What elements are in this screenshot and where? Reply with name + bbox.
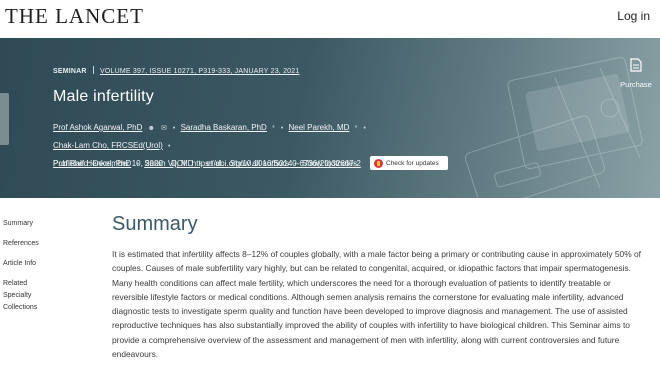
check-for-updates-button[interactable]: Check for updates — [370, 156, 448, 170]
volume-link[interactable]: VOLUME 397, ISSUE 10271, P319-333, JANUA… — [100, 68, 299, 75]
hero-background-illustration — [464, 56, 643, 198]
person-icon[interactable]: ☻ — [148, 125, 155, 132]
crossmark-icon — [374, 158, 383, 168]
side-drawer-tab[interactable] — [0, 93, 9, 145]
nav-item-collections[interactable]: Collections — [3, 304, 83, 311]
purchase-label: Purchase — [620, 80, 652, 89]
publication-info: Published: December 10, 2020 DOI: https:… — [53, 159, 361, 168]
article-side-nav: Summary References Article Info Related … — [3, 220, 83, 311]
check-for-updates-label: Check for updates — [386, 159, 439, 167]
doi-link[interactable]: https://doi.org/10.1016/S0140-6736(20)32… — [192, 159, 361, 168]
meta-separator — [92, 66, 94, 74]
footnote-star-icon[interactable]: * — [272, 125, 275, 132]
nav-item-specialty[interactable]: Specialty — [3, 292, 83, 299]
author-separator: • — [280, 125, 284, 132]
document-icon — [630, 58, 642, 72]
author-link[interactable]: Neel Parekh, MD — [289, 123, 350, 132]
login-link[interactable]: Log in — [617, 9, 650, 23]
section-label: SEMINAR — [53, 68, 87, 75]
author-separator: • — [363, 125, 366, 132]
published-date: December 10, 2020 — [92, 159, 163, 168]
nav-item-article-info[interactable]: Article Info — [3, 260, 83, 267]
author-separator: • — [172, 125, 176, 132]
article-meta-line: SEMINAR VOLUME 397, ISSUE 10271, P319-33… — [53, 66, 299, 75]
doi-label: DOI: — [171, 159, 188, 168]
article-hero: SEMINAR VOLUME 397, ISSUE 10271, P319-33… — [0, 38, 660, 198]
nav-item-related[interactable]: Related — [3, 280, 83, 287]
lancet-logo[interactable]: THE LANCET — [5, 4, 144, 29]
summary-paragraph: It is estimated that infertility affects… — [112, 249, 641, 360]
author-link[interactable]: Prof Ashok Agarwal, PhD — [53, 123, 142, 132]
author-link[interactable]: Saradha Baskaran, PhD — [181, 123, 267, 132]
article-title: Male infertility — [53, 88, 155, 105]
nav-item-references[interactable]: References — [3, 240, 83, 247]
footnote-star-icon[interactable]: * — [355, 125, 358, 132]
top-bar: THE LANCET Log in — [0, 0, 660, 38]
purchase-button[interactable]: Purchase — [620, 58, 652, 89]
author-link[interactable]: Chak-Lam Cho, FRCSEd(Urol) — [53, 141, 163, 150]
author-separator: • — [168, 143, 171, 150]
email-icon[interactable]: ✉ — [161, 125, 167, 132]
summary-heading: Summary — [112, 213, 198, 235]
published-label: Published: — [53, 159, 91, 168]
nav-item-summary[interactable]: Summary — [3, 220, 83, 227]
